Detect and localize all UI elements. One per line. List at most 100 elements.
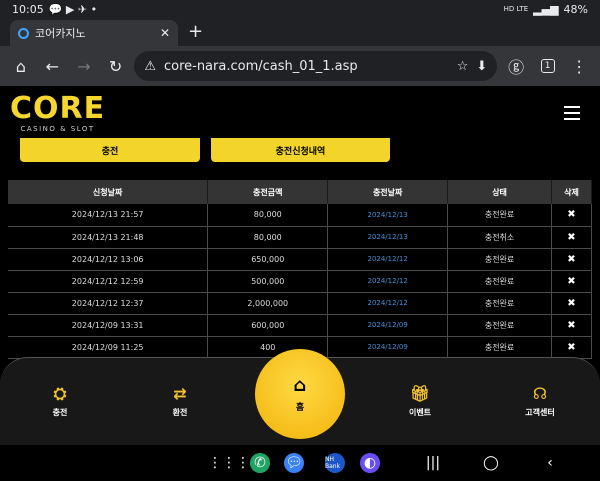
nav-event[interactable]: 🎁︎ 이벤트 [390, 385, 450, 418]
notification-icons: 💬 ▶ ✈ • [48, 2, 98, 16]
charge-date: 2024/12/12 [327, 292, 449, 315]
charge-date: 2024/12/09 [327, 314, 449, 337]
network-icon: HD LTE [503, 5, 529, 13]
amount: 600,000 [207, 314, 329, 337]
status: 충전완료 [447, 292, 552, 315]
site-favicon-icon [18, 27, 29, 39]
nav-exchange-label: 환전 [172, 408, 188, 417]
home-heart-icon: ⌂ [293, 374, 307, 396]
delete-icon[interactable]: ✖ [551, 204, 592, 227]
status: 충전완료 [447, 248, 552, 271]
request-date: 2024/12/13 21:57 [8, 204, 209, 227]
nh-bank-app-icon[interactable]: NH Bank [325, 453, 345, 473]
header-amount: 충전금액 [207, 180, 329, 204]
status: 충전취소 [447, 226, 552, 249]
status: 충전완료 [447, 270, 552, 293]
amount: 650,000 [207, 248, 329, 271]
request-date: 2024/12/13 21:48 [8, 226, 209, 249]
amount: 2,000,000 [207, 292, 329, 315]
site-logo[interactable]: CORE CASINO & SLOT [10, 91, 106, 134]
recent-apps-icon[interactable]: ||| [423, 453, 443, 473]
battery-level: 48% [563, 2, 588, 16]
clock: 10:05 [12, 2, 44, 16]
table-row: 2024/12/12 12:37 2,000,000 2024/12/12 충전… [8, 292, 592, 315]
nav-exchange[interactable]: ⇄ 환전 [150, 385, 210, 418]
gift-icon: 🎁︎ [409, 384, 431, 403]
internet-app-icon[interactable]: ◐ [360, 453, 380, 473]
nav-home-label: 홈 [295, 402, 305, 413]
charge-tab-button[interactable]: 충전 [20, 138, 200, 162]
logo-text: CORE [10, 91, 106, 126]
tab-strip: 코어카지노 ✕ + [0, 18, 600, 46]
signal-icon: ▂▄▆ [533, 2, 559, 16]
status: 충전완료 [447, 336, 552, 359]
status-bar: 10:05 💬 ▶ ✈ • HD LTE ▂▄▆ 48% [0, 0, 600, 18]
charge-history-table: 신청날짜 충전금액 충전날짜 상태 삭제 2024/12/13 21:57 80… [8, 180, 592, 359]
warning-icon: ⚠ [144, 58, 156, 74]
system-nav-bar: ⋮⋮⋮ ✆ 💬︎ NH Bank ◐ ||| ◯ ‹ [0, 445, 600, 481]
reload-icon[interactable]: ↻ [103, 52, 129, 80]
delete-icon[interactable]: ✖ [551, 336, 592, 359]
delete-icon[interactable]: ✖ [551, 248, 592, 271]
charge-date: 2024/12/09 [327, 336, 449, 359]
nh-bank-label: NH Bank [325, 456, 341, 470]
headset-icon: ☊ [532, 384, 548, 403]
menu-kebab-icon[interactable]: ⋮ [566, 52, 592, 80]
back-nav-icon[interactable]: ‹ [540, 453, 560, 473]
table-row: 2024/12/13 21:57 80,000 2024/12/13 충전완료 … [8, 204, 592, 227]
browser-tab[interactable]: 코어카지노 ✕ [10, 20, 178, 46]
history-tab-button[interactable]: 충전신청내역 [211, 138, 390, 162]
charge-date: 2024/12/13 [327, 204, 449, 227]
app-drawer-icon[interactable]: ⋮⋮⋮ [208, 453, 250, 473]
tab-buttons: 충전 충전신청내역 [20, 138, 390, 164]
home-circle-icon[interactable]: ◯ [481, 453, 501, 473]
charge-date: 2024/12/13 [327, 226, 449, 249]
nav-charge[interactable]: ⛭ 충전 [30, 385, 90, 418]
charge-date: 2024/12/12 [327, 248, 449, 271]
translate-icon[interactable]: ⓖ [503, 52, 529, 80]
tab-switcher[interactable]: 1 [535, 52, 561, 80]
header-status: 상태 [447, 180, 552, 204]
request-date: 2024/12/09 13:31 [8, 314, 209, 337]
home-icon[interactable]: ⌂ [8, 52, 34, 80]
bookmark-star-icon[interactable]: ☆ [457, 59, 469, 74]
delete-icon[interactable]: ✖ [551, 270, 592, 293]
request-date: 2024/12/12 12:37 [8, 292, 209, 315]
status: 충전완료 [447, 314, 552, 337]
tab-title: 코어카지노 [35, 27, 86, 40]
messages-app-icon[interactable]: 💬︎ [284, 453, 304, 473]
amount: 80,000 [207, 226, 329, 249]
delete-icon[interactable]: ✖ [551, 314, 592, 337]
delete-icon[interactable]: ✖ [551, 226, 592, 249]
browser-toolbar: ⌂ ← → ↻ ⚠ core-nara.com/cash_01_1.asp ☆ … [0, 46, 600, 86]
phone-app-icon[interactable]: ✆ [250, 453, 270, 473]
nav-home-button[interactable]: ⌂ 홈 [255, 349, 345, 439]
close-tab-icon[interactable]: ✕ [160, 26, 170, 40]
download-icon[interactable]: ⬇ [476, 59, 487, 74]
back-icon[interactable]: ← [40, 52, 66, 80]
address-bar[interactable]: ⚠ core-nara.com/cash_01_1.asp ☆ ⬇ [134, 51, 498, 81]
charge-icon: ⛭ [53, 384, 67, 403]
new-tab-icon[interactable]: + [188, 21, 203, 42]
amount: 80,000 [207, 204, 329, 227]
logo-subtitle: CASINO & SLOT [20, 125, 95, 133]
table-row: 2024/12/09 13:31 600,000 2024/12/09 충전완료… [8, 314, 592, 337]
delete-icon[interactable]: ✖ [551, 292, 592, 315]
exchange-icon: ⇄ [173, 384, 187, 403]
nav-charge-label: 충전 [52, 408, 68, 417]
table-row: 2024/12/12 12:59 500,000 2024/12/12 충전완료… [8, 270, 592, 293]
nav-event-label: 이벤트 [408, 408, 432, 417]
nav-support[interactable]: ☊ 고객센터 [510, 385, 570, 418]
table-row: 2024/12/13 21:48 80,000 2024/12/13 충전취소 … [8, 226, 592, 249]
status: 충전완료 [447, 204, 552, 227]
forward-icon[interactable]: → [71, 52, 97, 80]
site-header: CORE CASINO & SLOT [0, 86, 600, 138]
amount: 500,000 [207, 270, 329, 293]
nav-support-label: 고객센터 [525, 408, 555, 417]
bottom-nav: ⛭ 충전 ⇄ 환전 ⌂ 홈 🎁︎ 이벤트 ☊ 고객센터 [0, 349, 600, 445]
request-date: 2024/12/12 13:06 [8, 248, 209, 271]
table-row: 2024/12/12 13:06 650,000 2024/12/12 충전완료… [8, 248, 592, 271]
hamburger-menu-icon[interactable] [564, 106, 580, 120]
header-charge-date: 충전날짜 [327, 180, 449, 204]
tab-count: 1 [540, 59, 555, 73]
